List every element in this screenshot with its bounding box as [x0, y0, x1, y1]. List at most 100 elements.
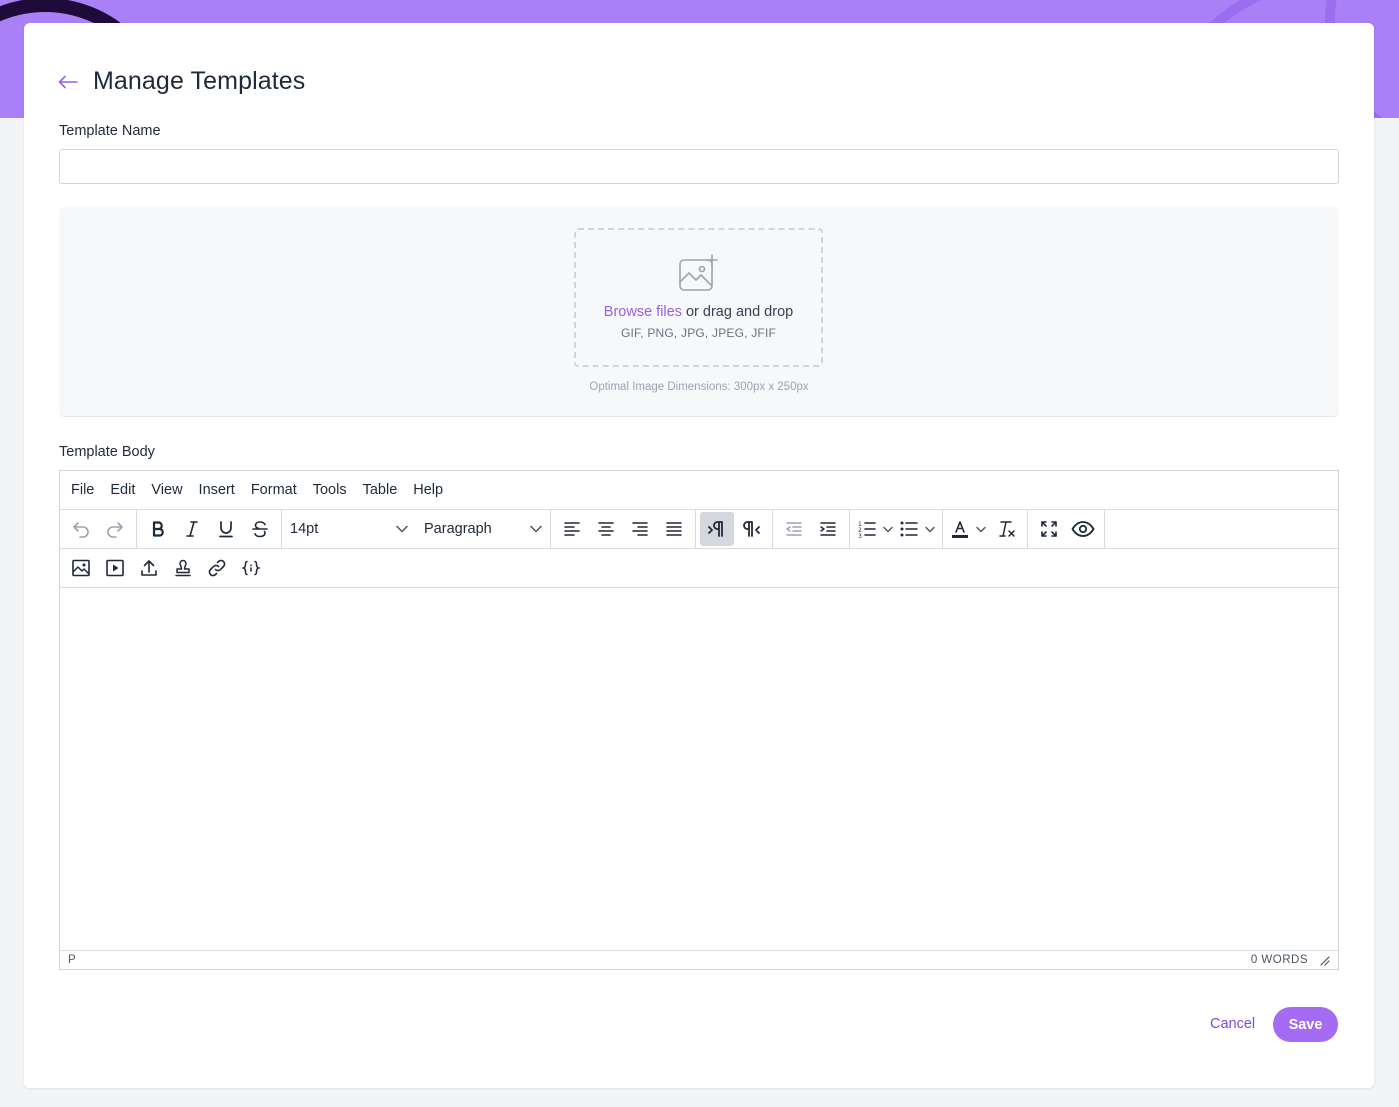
- menu-table[interactable]: Table: [355, 476, 406, 504]
- clear-formatting-icon: [999, 521, 1015, 537]
- clear-formatting-button[interactable]: [989, 512, 1023, 546]
- resize-handle-icon[interactable]: [1318, 954, 1330, 966]
- bold-button[interactable]: [141, 512, 175, 546]
- block-format-value: Paragraph: [424, 521, 492, 537]
- menu-edit[interactable]: Edit: [102, 476, 143, 504]
- menu-tools[interactable]: Tools: [305, 476, 355, 504]
- ltr-button[interactable]: [700, 512, 734, 546]
- menu-file[interactable]: File: [63, 476, 102, 504]
- menu-view[interactable]: View: [143, 476, 190, 504]
- upload-icon: [141, 560, 157, 576]
- editor-statusbar: P 0 WORDS: [60, 950, 1338, 969]
- drag-drop-text: or drag and drop: [681, 304, 794, 320]
- image-dimensions-hint: Optimal Image Dimensions: 300px x 250px: [589, 381, 809, 393]
- page-title: Manage Templates: [93, 67, 306, 95]
- save-button[interactable]: Save: [1273, 1007, 1338, 1042]
- redo-icon: [107, 522, 123, 538]
- redo-button[interactable]: [98, 512, 132, 546]
- indent-icon: [820, 522, 836, 536]
- menu-insert[interactable]: Insert: [191, 476, 243, 504]
- insert-image-button[interactable]: [64, 551, 98, 585]
- image-add-icon: [678, 254, 718, 291]
- back-button[interactable]: [57, 71, 79, 93]
- align-left-button[interactable]: [555, 512, 589, 546]
- arrow-left-icon: [58, 75, 78, 88]
- direction-group: [696, 509, 773, 549]
- menu-format[interactable]: Format: [243, 476, 305, 504]
- text-color-icon: [952, 521, 968, 538]
- insert-media-icon: [106, 559, 124, 577]
- underline-icon: [219, 521, 233, 538]
- upload-button[interactable]: [132, 551, 166, 585]
- stamp-button[interactable]: [166, 551, 200, 585]
- align-center-button[interactable]: [589, 512, 623, 546]
- allowed-file-types: GIF, PNG, JPG, JPEG, JFIF: [620, 326, 777, 340]
- ltr-icon: [708, 521, 723, 537]
- underline-button[interactable]: [209, 512, 243, 546]
- stamp-icon: [175, 559, 191, 577]
- image-dropzone[interactable]: Browse files or drag and drop GIF, PNG, …: [574, 228, 823, 367]
- undo-icon: [73, 522, 89, 538]
- variable-icon: [241, 560, 261, 576]
- chevron-down-icon: [925, 526, 935, 532]
- font-size-value: 14pt: [290, 521, 319, 537]
- format-select-group: 14pt Paragraph: [282, 509, 551, 549]
- align-center-icon: [598, 522, 614, 536]
- element-path[interactable]: P: [68, 954, 76, 966]
- editor-toolbar-secondary: [60, 549, 1338, 588]
- outdent-icon: [786, 522, 802, 536]
- color-group: [943, 509, 1028, 549]
- svg-text:3: 3: [858, 533, 862, 539]
- editor-toolbar: 14pt Paragraph 1 2 3: [60, 509, 1338, 549]
- font-size-select[interactable]: 14pt: [282, 512, 416, 546]
- insert-variable-button[interactable]: [234, 551, 268, 585]
- bulleted-list-icon: [900, 521, 918, 537]
- insert-media-button[interactable]: [98, 551, 132, 585]
- editor-menubar: File Edit View Insert Format Tools Table…: [60, 471, 1338, 510]
- text-style-group: [137, 509, 282, 549]
- word-count[interactable]: 0 WORDS: [1251, 954, 1308, 966]
- rtl-button[interactable]: [734, 512, 768, 546]
- browse-files-link[interactable]: Browse files: [604, 304, 682, 320]
- dropzone-text: Browse files or drag and drop: [604, 304, 793, 320]
- cancel-button[interactable]: Cancel: [1210, 1016, 1255, 1032]
- fullscreen-button[interactable]: [1032, 512, 1066, 546]
- chevron-down-icon: [396, 525, 408, 533]
- text-color-button[interactable]: [947, 512, 973, 546]
- numbered-list-dropdown[interactable]: [880, 512, 896, 546]
- link-icon: [208, 559, 226, 577]
- text-color-dropdown[interactable]: [973, 512, 989, 546]
- main-card: Manage Templates Template Name Browse fi…: [24, 23, 1374, 1088]
- bulleted-list-dropdown[interactable]: [922, 512, 938, 546]
- template-body-label: Template Body: [59, 444, 155, 460]
- view-group: [1028, 509, 1105, 549]
- indent-group: [773, 509, 850, 549]
- preview-button[interactable]: [1066, 512, 1100, 546]
- align-right-icon: [632, 522, 648, 536]
- link-button[interactable]: [200, 551, 234, 585]
- list-group: 123: [850, 509, 943, 549]
- fullscreen-icon: [1041, 521, 1057, 537]
- align-justify-button[interactable]: [657, 512, 691, 546]
- align-justify-icon: [666, 522, 682, 536]
- statusbar-right: 0 WORDS: [1251, 954, 1330, 966]
- numbered-list-button[interactable]: 123: [854, 512, 880, 546]
- template-name-input[interactable]: [59, 149, 1339, 184]
- outdent-button[interactable]: [777, 512, 811, 546]
- bulleted-list-button[interactable]: [896, 512, 922, 546]
- italic-button[interactable]: [175, 512, 209, 546]
- strikethrough-button[interactable]: [243, 512, 277, 546]
- align-left-icon: [564, 522, 580, 536]
- page-header: Manage Templates: [57, 67, 305, 96]
- undo-button[interactable]: [64, 512, 98, 546]
- align-right-button[interactable]: [623, 512, 657, 546]
- image-upload-panel: Browse files or drag and drop GIF, PNG, …: [59, 207, 1339, 417]
- indent-button[interactable]: [811, 512, 845, 546]
- editor-content-area[interactable]: [60, 588, 1338, 950]
- insert-image-icon: [72, 559, 90, 577]
- menu-help[interactable]: Help: [405, 476, 451, 504]
- alignment-group: [551, 509, 696, 549]
- rtl-icon: [743, 521, 760, 537]
- block-format-select[interactable]: Paragraph: [416, 512, 550, 546]
- chevron-down-icon: [530, 525, 542, 533]
